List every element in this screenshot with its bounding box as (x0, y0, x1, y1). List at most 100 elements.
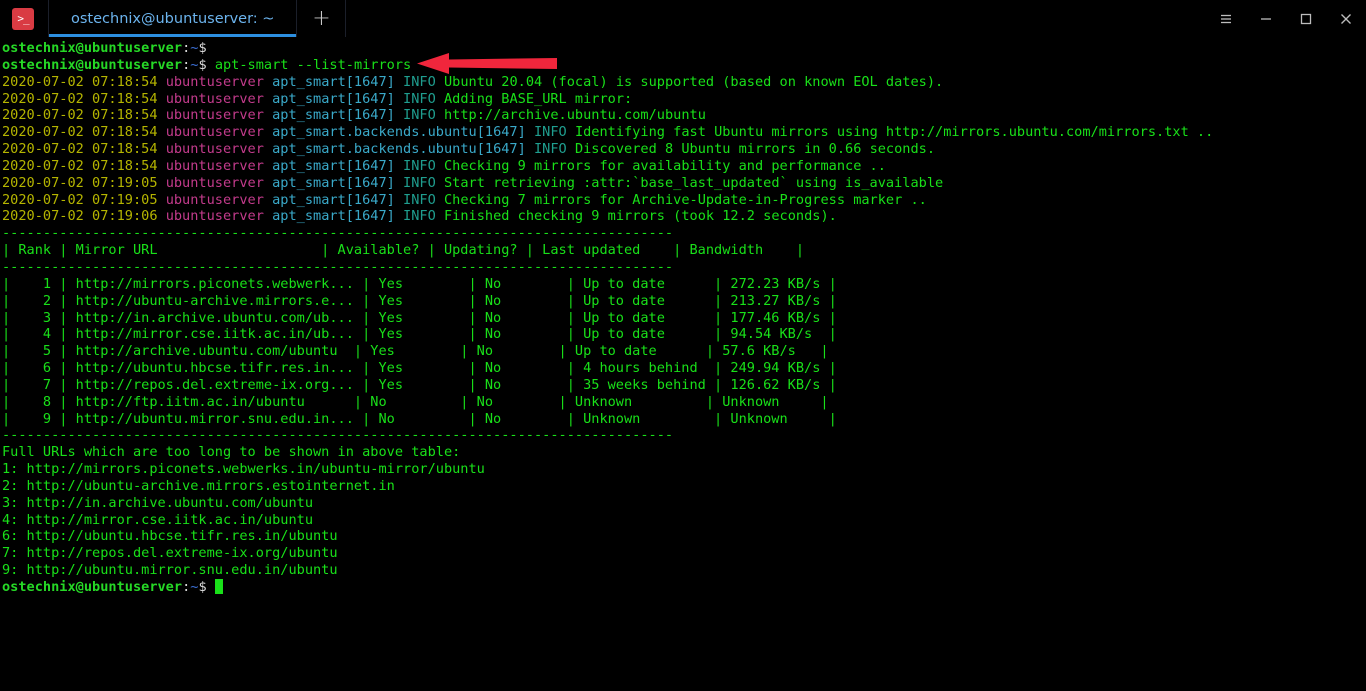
log-level: INFO (403, 73, 436, 90)
log-message: http://archive.ubuntu.com/ubuntu (443, 107, 706, 124)
full-urls-heading: Full URLs which are too long to be shown… (2, 444, 461, 461)
close-icon (1341, 13, 1351, 24)
table-separator: ----------------------------------------… (2, 427, 674, 444)
minimize-button[interactable] (1246, 0, 1286, 37)
minimize-icon (1261, 17, 1271, 20)
table-row: | 6 | http://ubuntu.hbcse.tifr.res.in...… (2, 360, 837, 377)
log-line: 2020-07-02 07:19:06 ubuntuserver apt_sma… (2, 208, 1366, 225)
log-message: Discovered 8 Ubuntu mirrors in 0.66 seco… (574, 141, 936, 158)
terminal-output-area[interactable]: ostechnix@ubuntuserver:~$ ostechnix@ubun… (0, 37, 1366, 691)
log-timestamp: 2020-07-02 07:18:54 (2, 157, 158, 174)
full-url-item: 7: http://repos.del.extreme-ix.org/ubunt… (2, 545, 338, 562)
log-logger: apt_smart[1647] (272, 208, 395, 225)
prompt-user-host: ostechnix@ubuntuserver (2, 40, 183, 56)
log-logger: apt_smart.backends.ubuntu[1647] (272, 124, 526, 141)
log-line: 2020-07-02 07:18:54 ubuntuserver apt_sma… (2, 107, 1366, 124)
log-host: ubuntuserver (165, 191, 264, 208)
new-tab-button[interactable]: + (297, 0, 347, 37)
table-row: | 1 | http://mirrors.piconets.webwerk...… (2, 275, 837, 292)
log-message: Start retrieving :attr:`base_last_update… (443, 174, 944, 191)
log-message: Checking 9 mirrors for availability and … (443, 157, 886, 174)
log-logger: apt_smart[1647] (272, 191, 395, 208)
table-header-row: | Rank | Mirror URL | Available? | Updat… (2, 242, 805, 259)
log-logger: apt_smart[1647] (272, 107, 395, 124)
hamburger-menu-icon (1221, 14, 1231, 23)
log-message: Finished checking 9 mirrors (took 12.2 s… (443, 208, 837, 225)
log-line: 2020-07-02 07:19:05 ubuntuserver apt_sma… (2, 192, 1366, 209)
table-row: | 7 | http://repos.del.extreme-ix.org...… (2, 376, 837, 393)
tab-label: ostechnix@ubuntuserver: ~ (71, 10, 275, 27)
full-url-item: 4: http://mirror.cse.iitk.ac.in/ubuntu (2, 511, 313, 528)
plus-icon: + (312, 5, 331, 31)
log-timestamp: 2020-07-02 07:18:54 (2, 141, 158, 158)
full-url-item: 2: http://ubuntu-archive.mirrors.estoint… (2, 477, 395, 494)
log-timestamp: 2020-07-02 07:18:54 (2, 107, 158, 124)
log-level: INFO (403, 157, 436, 174)
log-level: INFO (403, 90, 436, 107)
log-level: INFO (403, 191, 436, 208)
log-host: ubuntuserver (165, 174, 264, 191)
log-host: ubuntuserver (165, 208, 264, 225)
maximize-icon (1300, 13, 1312, 24)
log-message: Adding BASE_URL mirror: (443, 90, 633, 107)
table-row: | 8 | http://ftp.iitm.ac.in/ubuntu | No … (2, 393, 829, 410)
prompt-sigil: $ (198, 56, 207, 73)
log-host: ubuntuserver (165, 157, 264, 174)
log-timestamp: 2020-07-02 07:19:05 (2, 191, 158, 208)
log-line: 2020-07-02 07:18:54 ubuntuserver apt_sma… (2, 158, 1366, 175)
log-timestamp: 2020-07-02 07:19:06 (2, 208, 158, 225)
log-message: Checking 7 mirrors for Archive-Update-in… (443, 191, 927, 208)
log-line: 2020-07-02 07:18:54 ubuntuserver apt_sma… (2, 91, 1366, 108)
log-level: INFO (403, 208, 436, 225)
text-cursor (214, 579, 223, 594)
prompt-user-host: ostechnix@ubuntuserver (2, 579, 183, 595)
log-host: ubuntuserver (165, 141, 264, 158)
log-line: 2020-07-02 07:19:05 ubuntuserver apt_sma… (2, 175, 1366, 192)
maximize-button[interactable] (1286, 0, 1326, 37)
log-host: ubuntuserver (165, 90, 264, 107)
log-level: INFO (534, 141, 567, 158)
terminal-icon: >_ (12, 7, 34, 30)
table-separator: ----------------------------------------… (2, 258, 674, 275)
prompt-user-host: ostechnix@ubuntuserver (2, 56, 183, 73)
log-level: INFO (403, 107, 436, 124)
log-level: INFO (534, 124, 567, 141)
full-url-item: 3: http://in.archive.ubuntu.com/ubuntu (2, 494, 313, 511)
close-button[interactable] (1326, 0, 1366, 37)
full-url-item: 9: http://ubuntu.mirror.snu.edu.in/ubunt… (2, 562, 338, 579)
title-bar: >_ ostechnix@ubuntuserver: ~ + (0, 0, 1366, 37)
prompt-sigil: $ (198, 40, 207, 56)
command-line: ostechnix@ubuntuserver:~$ apt-smart --li… (2, 57, 1366, 74)
log-line: 2020-07-02 07:18:54 ubuntuserver apt_sma… (2, 141, 1366, 158)
hamburger-menu-button[interactable] (1206, 0, 1246, 37)
log-logger: apt_smart[1647] (272, 73, 395, 90)
full-url-item: 1: http://mirrors.piconets.webwerks.in/u… (2, 461, 485, 478)
prompt-line-final: ostechnix@ubuntuserver:~$ (2, 579, 1366, 596)
table-row: | 3 | http://in.archive.ubuntu.com/ub...… (2, 309, 837, 326)
table-row: | 2 | http://ubuntu-archive.mirrors.e...… (2, 292, 837, 309)
log-message: Ubuntu 20.04 (focal) is supported (based… (443, 73, 944, 90)
log-level: INFO (403, 174, 436, 191)
tab-strip: ostechnix@ubuntuserver: ~ + (48, 0, 347, 37)
log-logger: apt_smart.backends.ubuntu[1647] (272, 141, 526, 158)
table-row: | 4 | http://mirror.cse.iitk.ac.in/ub...… (2, 326, 837, 343)
log-timestamp: 2020-07-02 07:18:54 (2, 90, 158, 107)
full-url-item: 6: http://ubuntu.hbcse.tifr.res.in/ubunt… (2, 528, 338, 545)
log-timestamp: 2020-07-02 07:18:54 (2, 73, 158, 90)
terminal-icon-glyph: >_ (17, 11, 29, 25)
prompt-line-empty: ostechnix@ubuntuserver:~$ (2, 40, 1366, 57)
log-host: ubuntuserver (165, 124, 264, 141)
terminal-window: >_ ostechnix@ubuntuserver: ~ + ostechnix… (0, 0, 1366, 691)
log-logger: apt_smart[1647] (272, 157, 395, 174)
log-line: 2020-07-02 07:18:54 ubuntuserver apt_sma… (2, 124, 1366, 141)
tab-terminal-session[interactable]: ostechnix@ubuntuserver: ~ (48, 0, 298, 37)
table-separator: ----------------------------------------… (2, 225, 674, 242)
log-logger: apt_smart[1647] (272, 90, 395, 107)
prompt-sigil: $ (198, 579, 207, 595)
log-logger: apt_smart[1647] (272, 174, 395, 191)
log-timestamp: 2020-07-02 07:19:05 (2, 174, 158, 191)
table-row: | 5 | http://archive.ubuntu.com/ubuntu |… (2, 343, 829, 360)
window-controls (1206, 0, 1366, 37)
table-row: | 9 | http://ubuntu.mirror.snu.edu.in...… (2, 410, 837, 427)
log-line: 2020-07-02 07:18:54 ubuntuserver apt_sma… (2, 74, 1366, 91)
